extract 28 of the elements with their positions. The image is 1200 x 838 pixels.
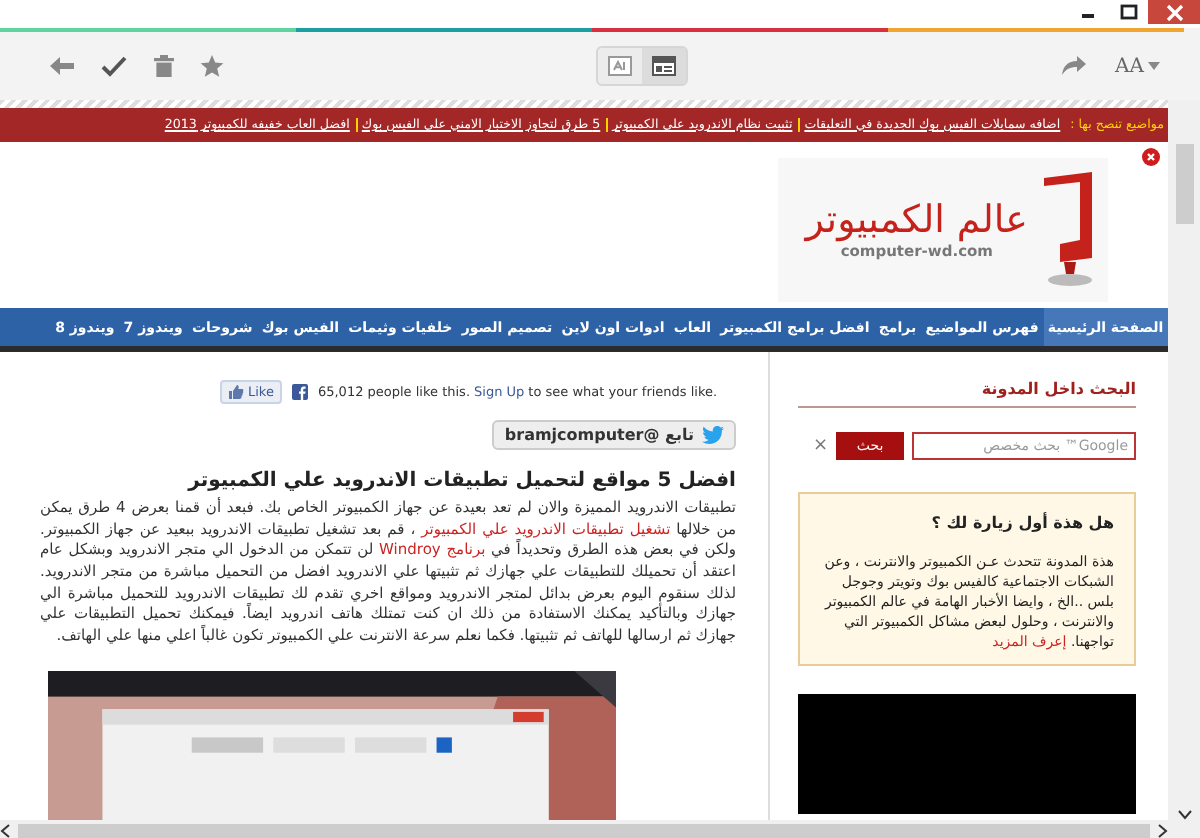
close-icon[interactable] [1142, 148, 1160, 166]
square-logo-icon [291, 384, 308, 400]
horizontal-scrollbar[interactable] [0, 820, 1200, 838]
text-size-button[interactable]: AA [1115, 55, 1160, 77]
bird-icon [702, 426, 724, 444]
article-title: افضل 5 مواقع لتحميل تطبيقات الاندرويد علي الكمبيوتر [185, 470, 736, 492]
maximize-icon [1119, 4, 1137, 20]
scroll-left-icon[interactable] [0, 824, 10, 838]
checkmark-icon[interactable] [100, 54, 128, 78]
scroll-thumb[interactable] [18, 823, 1150, 838]
logo-title: عالم الكمبيوتر [805, 200, 1028, 242]
thumbs-up-icon [228, 384, 244, 400]
share-arrow-icon[interactable] [1059, 54, 1088, 78]
caret-icon [1148, 62, 1160, 70]
layout-view-icon [651, 56, 676, 76]
scroll-thumb[interactable] [1175, 144, 1193, 224]
scroll-down-icon[interactable] [1177, 810, 1191, 820]
scroll-right-icon[interactable] [1158, 824, 1168, 838]
trash-icon[interactable] [152, 54, 176, 78]
back-arrow-icon[interactable] [48, 54, 76, 78]
section-heading: البحث داخل المدونة [798, 380, 1136, 408]
close-button[interactable] [1148, 0, 1200, 24]
follow-button[interactable]: تابع @bramjcomputer [492, 420, 736, 450]
reader-view-icon [607, 56, 632, 76]
view-mode-button[interactable] [641, 48, 686, 84]
clear-button[interactable]: × [812, 436, 828, 456]
welcome-title: هل هذة أول زيارة لك ؟ [929, 512, 1114, 536]
star-icon[interactable] [200, 54, 224, 78]
